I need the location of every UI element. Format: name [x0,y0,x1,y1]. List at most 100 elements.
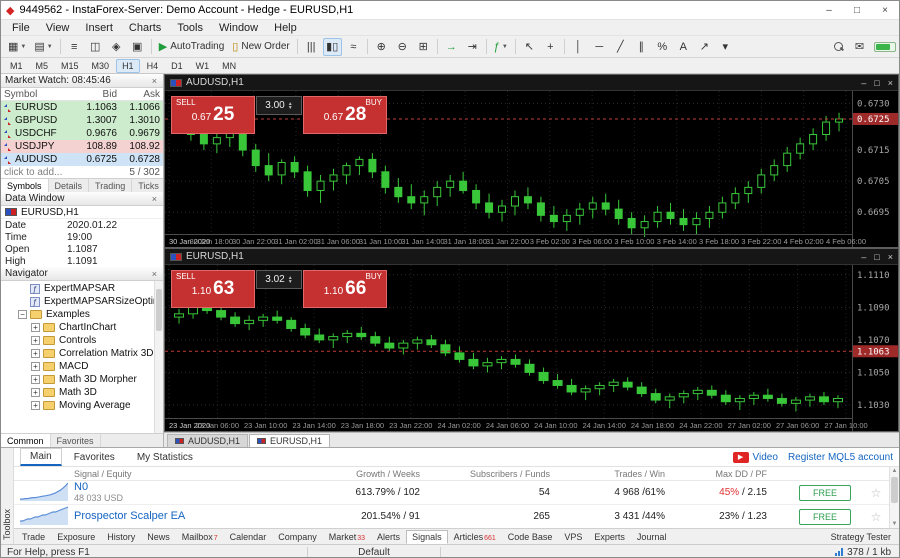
column-header[interactable]: Trades / Win [570,469,685,479]
toolbox-tab-exposure[interactable]: Exposure [51,530,101,544]
chart-shift-button[interactable]: ⇥ [463,38,482,56]
free-button[interactable]: FREE [799,509,851,525]
arrow-button[interactable]: ↗ [695,38,714,56]
navigator-item-expertmapsarsizeoptim[interactable]: ƒExpertMAPSARSizeOptim [1,295,163,308]
menu-charts[interactable]: Charts [121,22,169,34]
column-header[interactable]: Subscribers / Funds [440,469,570,479]
toolbox-tab-news[interactable]: News [141,530,176,544]
toolbox-tab-code-base[interactable]: Code Base [502,530,559,544]
signals-tab-favorites[interactable]: Favorites [64,449,125,466]
menu-file[interactable]: File [4,22,38,34]
market-watch-row-audusd[interactable]: AUDUSD0.67250.6728 [1,153,163,166]
toolbox-tab-signals[interactable]: Signals [406,530,448,544]
signal-name-link[interactable]: N0 [74,482,295,493]
sell-button[interactable]: SELL0.6725 [171,96,255,134]
column-header[interactable]: Max DD / PF [685,469,787,479]
maximize-button[interactable]: □ [843,1,871,19]
timeframe-h4[interactable]: H4 [141,59,165,73]
market-watch-header[interactable]: Market Watch: 08:45:46 × [1,74,163,88]
close-icon[interactable]: × [150,269,159,279]
volume-spinner[interactable]: ▲▼ [288,276,293,284]
expand-icon[interactable]: + [31,401,40,410]
menu-window[interactable]: Window [211,22,266,34]
column-header[interactable]: Bid [72,89,119,100]
expand-icon[interactable]: + [31,336,40,345]
close-icon[interactable]: × [150,194,159,204]
chart-canvas[interactable]: SELL0.67253.00▲▼BUY0.67280.67300.67150.6… [165,91,898,247]
menu-insert[interactable]: Insert [77,22,121,34]
horizontal-line-button[interactable]: ─ [590,38,609,56]
market-watch-row-gbpusd[interactable]: GBPUSD1.30071.3010 [1,114,163,127]
expand-icon[interactable]: + [31,323,40,332]
navigator-item-expertmapsar[interactable]: ƒExpertMAPSAR [1,282,163,295]
profile-selector[interactable]: Default [314,547,434,558]
search-button[interactable] [829,38,848,56]
market-watch-row-usdchf[interactable]: USDCHF0.96760.9679 [1,127,163,140]
buy-button[interactable]: BUY0.6728 [303,96,387,134]
chart-minimize-button[interactable]: – [861,252,866,262]
navigator-tab-favorites[interactable]: Favorites [51,434,101,447]
add-symbol-row[interactable]: click to add... 5 / 302 [1,166,163,178]
market-watch-tab-ticks[interactable]: Ticks [132,179,166,192]
timeframe-mn[interactable]: MN [216,59,242,73]
volume-input[interactable]: 3.02▲▼ [256,270,302,289]
zoom-in-button[interactable]: ⊕ [372,38,391,56]
register-mql5-link[interactable]: Register MQL5 account [788,452,893,463]
chat-button[interactable]: ✉ [850,38,869,56]
trendline-button[interactable]: ╱ [611,38,630,56]
market-watch-row-eurusd[interactable]: EURUSD1.10631.1066 [1,101,163,114]
toolbox-tab-alerts[interactable]: Alerts [371,530,406,544]
new-order-button[interactable]: ▯New Order [229,38,292,56]
add-symbol-label[interactable]: click to add... [4,167,62,178]
chart-close-button[interactable]: × [888,252,893,262]
toolbox-tab-mailbox[interactable]: Mailbox7 [176,530,224,544]
toolbox-side-tab[interactable]: Toolbox [1,448,14,544]
navigator-item-math-3d-morpher[interactable]: +Math 3D Morpher [1,373,163,386]
autotrading-button[interactable]: ▶AutoTrading [156,38,228,56]
scroll-up-icon[interactable]: ▲ [892,468,898,474]
candles-button[interactable]: ▮▯ [323,38,342,56]
video-link[interactable]: Video [753,452,778,463]
chart-maximize-button[interactable]: □ [874,252,879,262]
titlebar[interactable]: ◆ 9449562 - InstaForex-Server: Demo Acco… [1,1,899,20]
chart-titlebar[interactable]: EURUSD,H1–□× [165,249,898,265]
navigator-tab-common[interactable]: Common [1,434,51,447]
tile-windows-button[interactable]: ⊞ [414,38,433,56]
navigator-item-correlation-matrix-3d[interactable]: +Correlation Matrix 3D [1,347,163,360]
timeframe-d1[interactable]: D1 [165,59,189,73]
favorite-star-icon[interactable]: ☆ [871,486,882,500]
timeframe-h1[interactable]: H1 [116,59,140,73]
chart-maximize-button[interactable]: □ [874,78,879,88]
toolbox-toggle[interactable]: ▣ [128,38,147,56]
profiles-button[interactable]: ▤▼ [31,38,55,56]
toolbox-tab-calendar[interactable]: Calendar [224,530,273,544]
chart-canvas[interactable]: SELL1.10633.02▲▼BUY1.10661.11101.10901.1… [165,265,898,431]
minimize-button[interactable]: – [815,1,843,19]
navigator-item-examples[interactable]: −Examples [1,308,163,321]
toolbox-tab-company[interactable]: Company [272,530,323,544]
volume-input[interactable]: 3.00▲▼ [256,96,302,115]
expand-icon[interactable]: + [31,388,40,397]
toolbox-scrollbar[interactable]: ▲ ▼ [889,467,899,528]
data-window-header[interactable]: Data Window × [1,192,163,206]
text-button[interactable]: A [674,38,693,56]
close-button[interactable]: × [871,1,899,19]
vertical-line-button[interactable]: │ [569,38,588,56]
signal-row[interactable]: Prospector Scalper EA201.54% / 912653 43… [14,505,889,528]
signal-row[interactable]: N048 033 USD613.79% / 102544 968 /61%45%… [14,481,889,505]
toolbox-tab-vps[interactable]: VPS [558,530,588,544]
timeframe-m30[interactable]: M30 [86,59,116,73]
market-watch-tab-trading[interactable]: Trading [89,179,132,192]
chart-tab-audusd-h1[interactable]: AUDUSD,H1 [167,434,248,447]
cursor-button[interactable]: ↖ [520,38,539,56]
navigator-item-macd[interactable]: +MACD [1,360,163,373]
navigator-item-controls[interactable]: +Controls [1,334,163,347]
toolbox-tab-journal[interactable]: Journal [631,530,673,544]
timeframe-m5[interactable]: M5 [30,59,55,73]
navigator-item-chartinchart[interactable]: +ChartInChart [1,321,163,334]
navigator-item-moving-average[interactable]: +Moving Average [1,399,163,412]
column-header[interactable]: Symbol [1,89,72,100]
indicators-button[interactable]: ƒ▼ [491,38,511,56]
toolbox-tab-experts[interactable]: Experts [588,530,631,544]
signal-name-link[interactable]: Prospector Scalper EA [74,511,295,522]
